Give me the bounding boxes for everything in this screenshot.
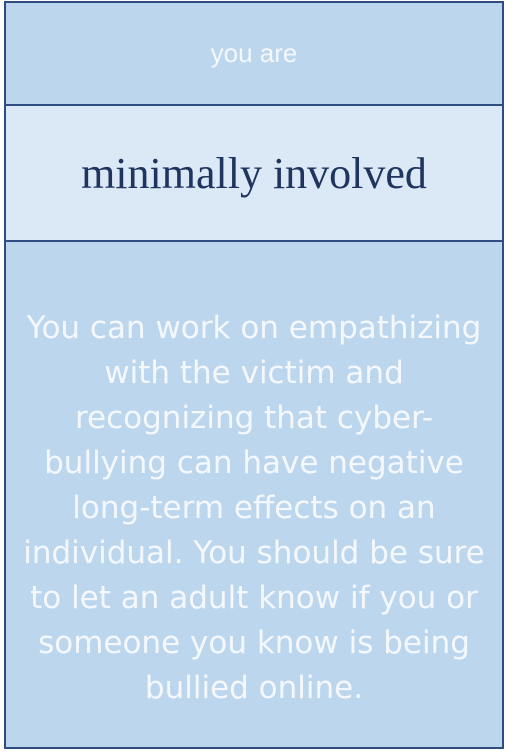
result-band: minimally involved xyxy=(6,106,502,242)
intro-text: you are xyxy=(210,38,298,68)
result-card: you are minimally involved You can work … xyxy=(4,1,504,749)
advice-section: You can work on empathizing with the vic… xyxy=(6,242,502,749)
advice-text: You can work on empathizing with the vic… xyxy=(23,310,485,706)
intro-header: you are xyxy=(6,3,502,106)
result-label: minimally involved xyxy=(81,148,427,198)
